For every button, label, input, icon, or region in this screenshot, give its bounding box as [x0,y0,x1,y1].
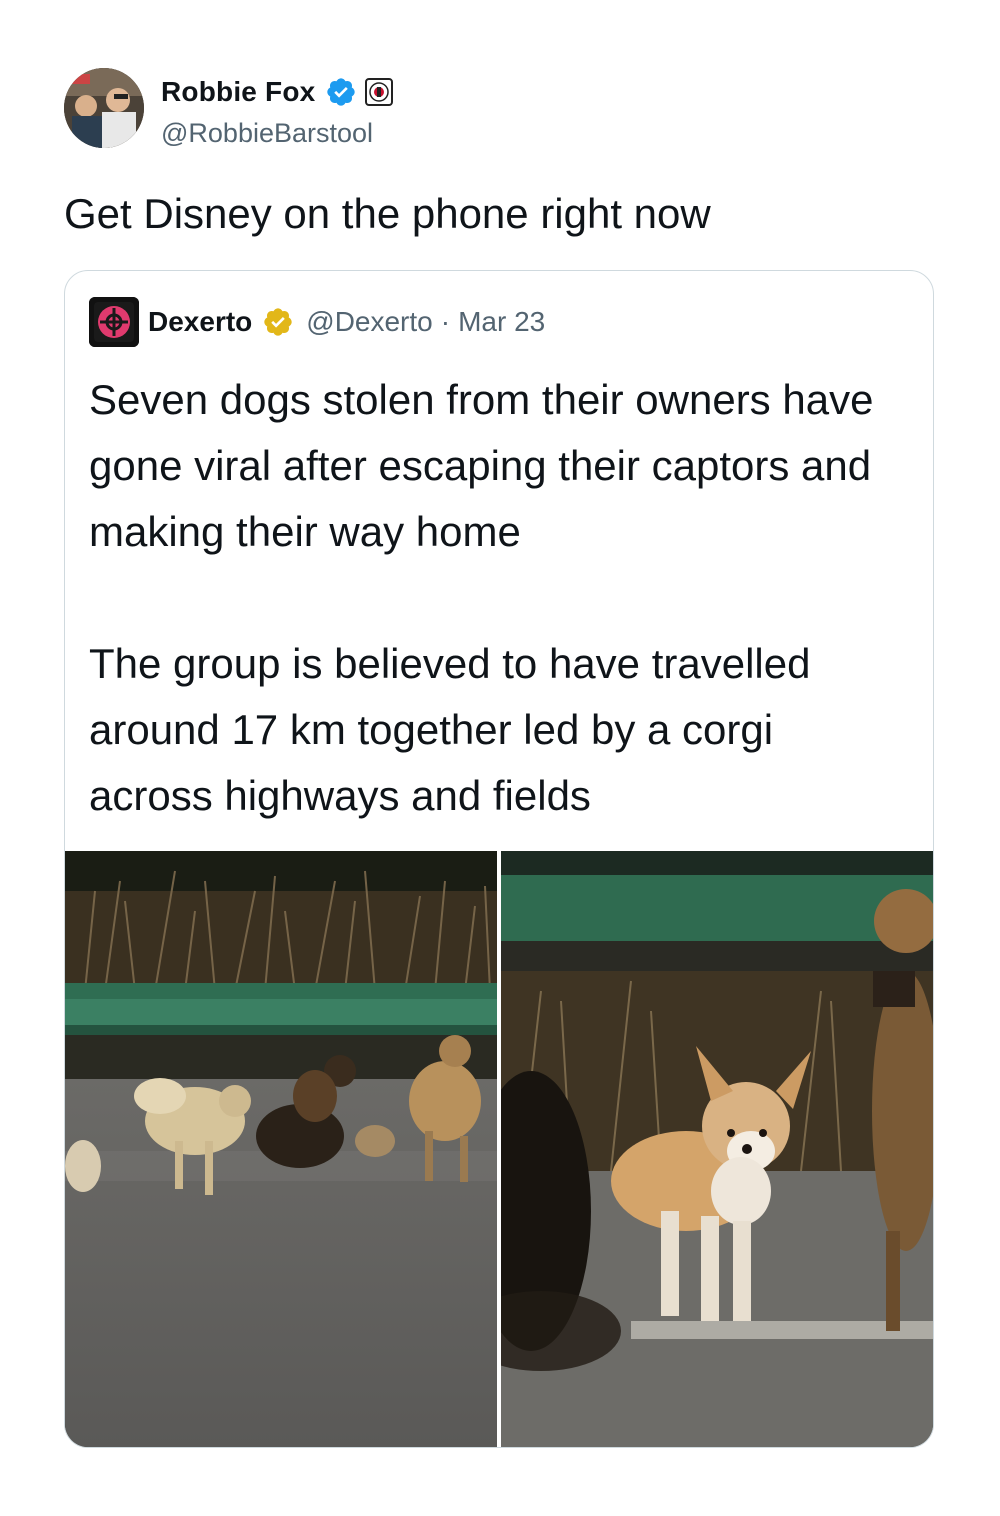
tweet-text: Get Disney on the phone right now [64,190,711,237]
photo-corgi-leading[interactable] [501,851,933,1447]
quoted-tweet-date[interactable]: Mar 23 [458,306,545,338]
quoted-author-avatar[interactable] [89,297,139,347]
barstool-affiliate-icon[interactable] [365,78,394,106]
verified-badge-icon [327,78,356,106]
tweet-header: Robbie Fox @RobbieBarstool [64,68,944,150]
quoted-tweet-card[interactable]: Dexerto @Dexerto · Mar 23 Seven dogs sto… [64,270,934,1448]
quoted-tweet-header: Dexerto @Dexerto · Mar 23 [89,297,545,347]
author-display-name[interactable]: Robbie Fox [161,76,315,108]
quoted-paragraph-1: Seven dogs stolen from their owners have… [89,376,874,555]
gold-verified-badge-icon [264,308,292,336]
author-avatar[interactable] [64,68,144,148]
quoted-paragraph-2: The group is believed to have travelled … [89,640,811,819]
quoted-tweet-text: Seven dogs stolen from their owners have… [89,367,889,829]
quoted-author-handle[interactable]: @Dexerto [306,306,432,338]
separator-dot: · [440,306,451,337]
author-handle[interactable]: @RobbieBarstool [161,118,373,149]
quoted-author-display-name[interactable]: Dexerto [148,306,252,338]
photo-dogs-by-guardrail[interactable] [65,851,497,1447]
quoted-media-grid [65,851,933,1447]
